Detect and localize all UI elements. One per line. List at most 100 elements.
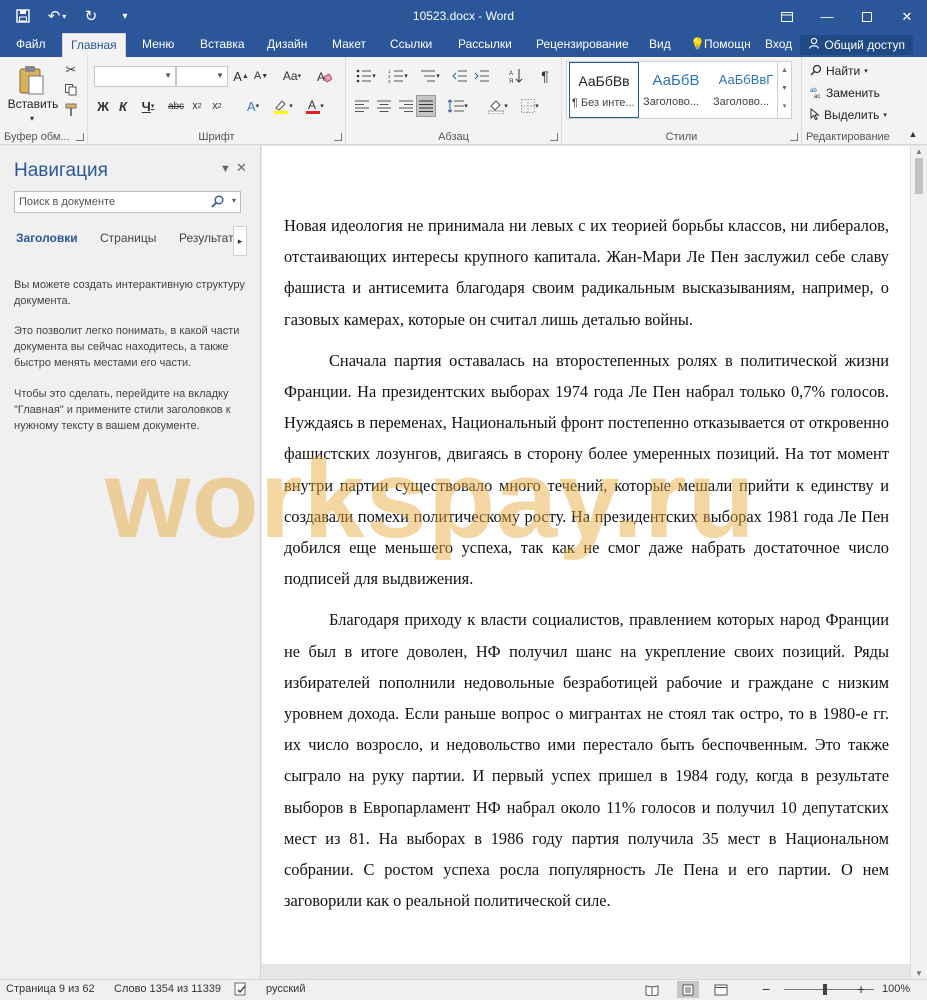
tab-help[interactable]: 💡 Помощн	[682, 33, 759, 57]
proofing-icon[interactable]	[234, 982, 248, 999]
align-right-icon[interactable]	[396, 97, 416, 115]
line-spacing-icon[interactable]: ▾	[444, 97, 472, 115]
shading-icon[interactable]: ▾	[484, 97, 512, 115]
tab-home[interactable]: Главная	[62, 33, 126, 57]
copy-icon[interactable]	[62, 81, 80, 99]
style-heading-2[interactable]: АаБбВвГ Заголово...	[711, 62, 781, 118]
scroll-down-icon[interactable]: ▼	[778, 80, 791, 98]
clear-formatting-icon[interactable]: A	[314, 67, 334, 85]
share-button[interactable]: Общий доступ	[800, 35, 913, 55]
scroll-up-icon[interactable]: ▲	[911, 147, 927, 156]
highlight-color-icon[interactable]: ▾	[270, 97, 296, 115]
numbering-icon[interactable]: 1 2 3 ▾	[384, 67, 412, 85]
scrollbar-thumb[interactable]	[915, 158, 923, 194]
show-formatting-marks-icon[interactable]: ¶	[536, 67, 554, 85]
nav-tabs-more-icon[interactable]: ▸	[233, 226, 247, 256]
svg-text:A: A	[509, 71, 513, 77]
tab-insert[interactable]: Вставка	[192, 33, 253, 57]
superscript-icon[interactable]: x2	[208, 97, 226, 115]
nav-tab-results[interactable]: Результаты	[179, 231, 235, 245]
tab-view[interactable]: Вид	[641, 33, 679, 57]
font-size-combo[interactable]: ▼	[176, 66, 228, 87]
subscript-icon[interactable]: x2	[188, 97, 206, 115]
font-launcher-icon[interactable]	[334, 133, 342, 141]
ribbon-display-options-icon[interactable]	[767, 0, 807, 33]
nav-options-icon[interactable]: ▼	[220, 163, 231, 175]
bold-icon[interactable]: Ж	[94, 97, 112, 115]
bullets-icon[interactable]: ▾	[352, 67, 380, 85]
print-layout-icon[interactable]	[677, 981, 699, 998]
tab-review[interactable]: Рецензирование	[528, 33, 637, 57]
chevron-down-icon: ▾	[883, 112, 887, 119]
search-icon[interactable]	[211, 195, 224, 211]
close-icon[interactable]: ✕	[887, 0, 927, 33]
sort-icon[interactable]: AЯ	[506, 67, 526, 85]
scroll-down-icon[interactable]: ▼	[911, 969, 927, 978]
zoom-out-icon[interactable]: −	[762, 981, 770, 997]
scroll-up-icon[interactable]: ▲	[778, 62, 791, 80]
tab-sign-in[interactable]: Вход	[757, 33, 800, 57]
more-styles-icon[interactable]: ▾	[778, 98, 791, 116]
customize-qat-icon[interactable]: ▾	[110, 4, 140, 28]
paste-dropdown-icon[interactable]: ▾	[12, 113, 52, 123]
paste-icon[interactable]	[14, 63, 48, 97]
paragraph-launcher-icon[interactable]	[550, 133, 558, 141]
select-button[interactable]: Выделить ▾	[810, 105, 887, 125]
zoom-slider-thumb[interactable]	[823, 984, 827, 995]
clipboard-launcher-icon[interactable]	[76, 133, 84, 141]
word-count[interactable]: Слово 1354 из 11339	[114, 983, 221, 995]
ribbon: Вставить ▾ ✂ Буфер обм... ▼ ▼ A ▲ A ▼ Aa ▾ …	[0, 57, 927, 145]
style-no-spacing[interactable]: АаБбВв ¶ Без инте...	[569, 62, 639, 118]
tab-design[interactable]: Дизайн	[259, 33, 315, 57]
tab-mailings[interactable]: Рассылки	[450, 33, 520, 57]
paste-label[interactable]: Вставить	[4, 97, 62, 111]
find-button[interactable]: Найти ▾	[810, 61, 868, 81]
tab-layout[interactable]: Макет	[324, 33, 374, 57]
page-count[interactable]: Страница 9 из 62	[6, 983, 95, 995]
multilevel-list-icon[interactable]: ▾	[416, 67, 444, 85]
zoom-in-icon[interactable]: +	[857, 981, 865, 997]
tab-file[interactable]: Файл	[8, 33, 54, 57]
font-color-icon[interactable]: A ▾	[302, 97, 328, 115]
format-painter-icon[interactable]	[62, 101, 80, 119]
font-name-combo[interactable]: ▼	[94, 66, 176, 87]
align-left-icon[interactable]	[352, 97, 372, 115]
change-case-icon[interactable]: Aa ▾	[278, 67, 306, 85]
zoom-level[interactable]: 100%	[882, 983, 910, 995]
tab-menu[interactable]: Меню	[134, 33, 182, 57]
maximize-icon[interactable]	[847, 0, 887, 33]
nav-tab-headings[interactable]: Заголовки	[16, 231, 78, 245]
tab-references[interactable]: Ссылки	[382, 33, 440, 57]
styles-launcher-icon[interactable]	[790, 133, 798, 141]
underline-icon[interactable]: Ч ▾	[136, 97, 160, 115]
read-mode-icon[interactable]	[641, 981, 663, 998]
align-center-icon[interactable]	[374, 97, 394, 115]
style-heading-1[interactable]: АаБбВ Заголово...	[641, 62, 711, 118]
cut-icon[interactable]: ✂	[62, 61, 80, 79]
document-page[interactable]: Новая идеология не принимала ни левых с …	[262, 146, 910, 964]
grow-font-icon[interactable]: A ▲	[232, 67, 250, 85]
collapse-ribbon-icon[interactable]: ▲	[906, 127, 920, 141]
nav-close-icon[interactable]: ✕	[236, 160, 247, 176]
nav-tab-pages[interactable]: Страницы	[100, 231, 156, 245]
chevron-down-icon[interactable]: ▾	[232, 196, 236, 205]
justify-icon[interactable]	[416, 95, 436, 117]
italic-icon[interactable]: К	[114, 97, 132, 115]
replace-button[interactable]: ab ac Заменить	[810, 83, 880, 103]
text-effects-icon[interactable]: A ▾	[240, 97, 266, 115]
undo-icon[interactable]: ↶ ▾	[42, 4, 72, 28]
strikethrough-icon[interactable]: abc	[166, 97, 186, 115]
web-layout-icon[interactable]	[710, 981, 732, 998]
style-name: ¶ Без инте...	[572, 97, 635, 109]
borders-icon[interactable]: ▾	[516, 97, 544, 115]
increase-indent-icon[interactable]	[472, 67, 492, 85]
paragraph: Благодаря приходу к власти социалистов, …	[284, 610, 889, 911]
decrease-indent-icon[interactable]	[450, 67, 470, 85]
language[interactable]: русский	[266, 983, 305, 995]
shrink-font-icon[interactable]: A ▼	[252, 67, 270, 85]
save-icon[interactable]	[8, 4, 38, 28]
vertical-scrollbar[interactable]: ▲ ▼	[910, 146, 927, 979]
redo-icon[interactable]: ↻	[76, 4, 106, 28]
nav-search-input[interactable]	[19, 194, 209, 210]
minimize-icon[interactable]: —	[807, 0, 847, 33]
